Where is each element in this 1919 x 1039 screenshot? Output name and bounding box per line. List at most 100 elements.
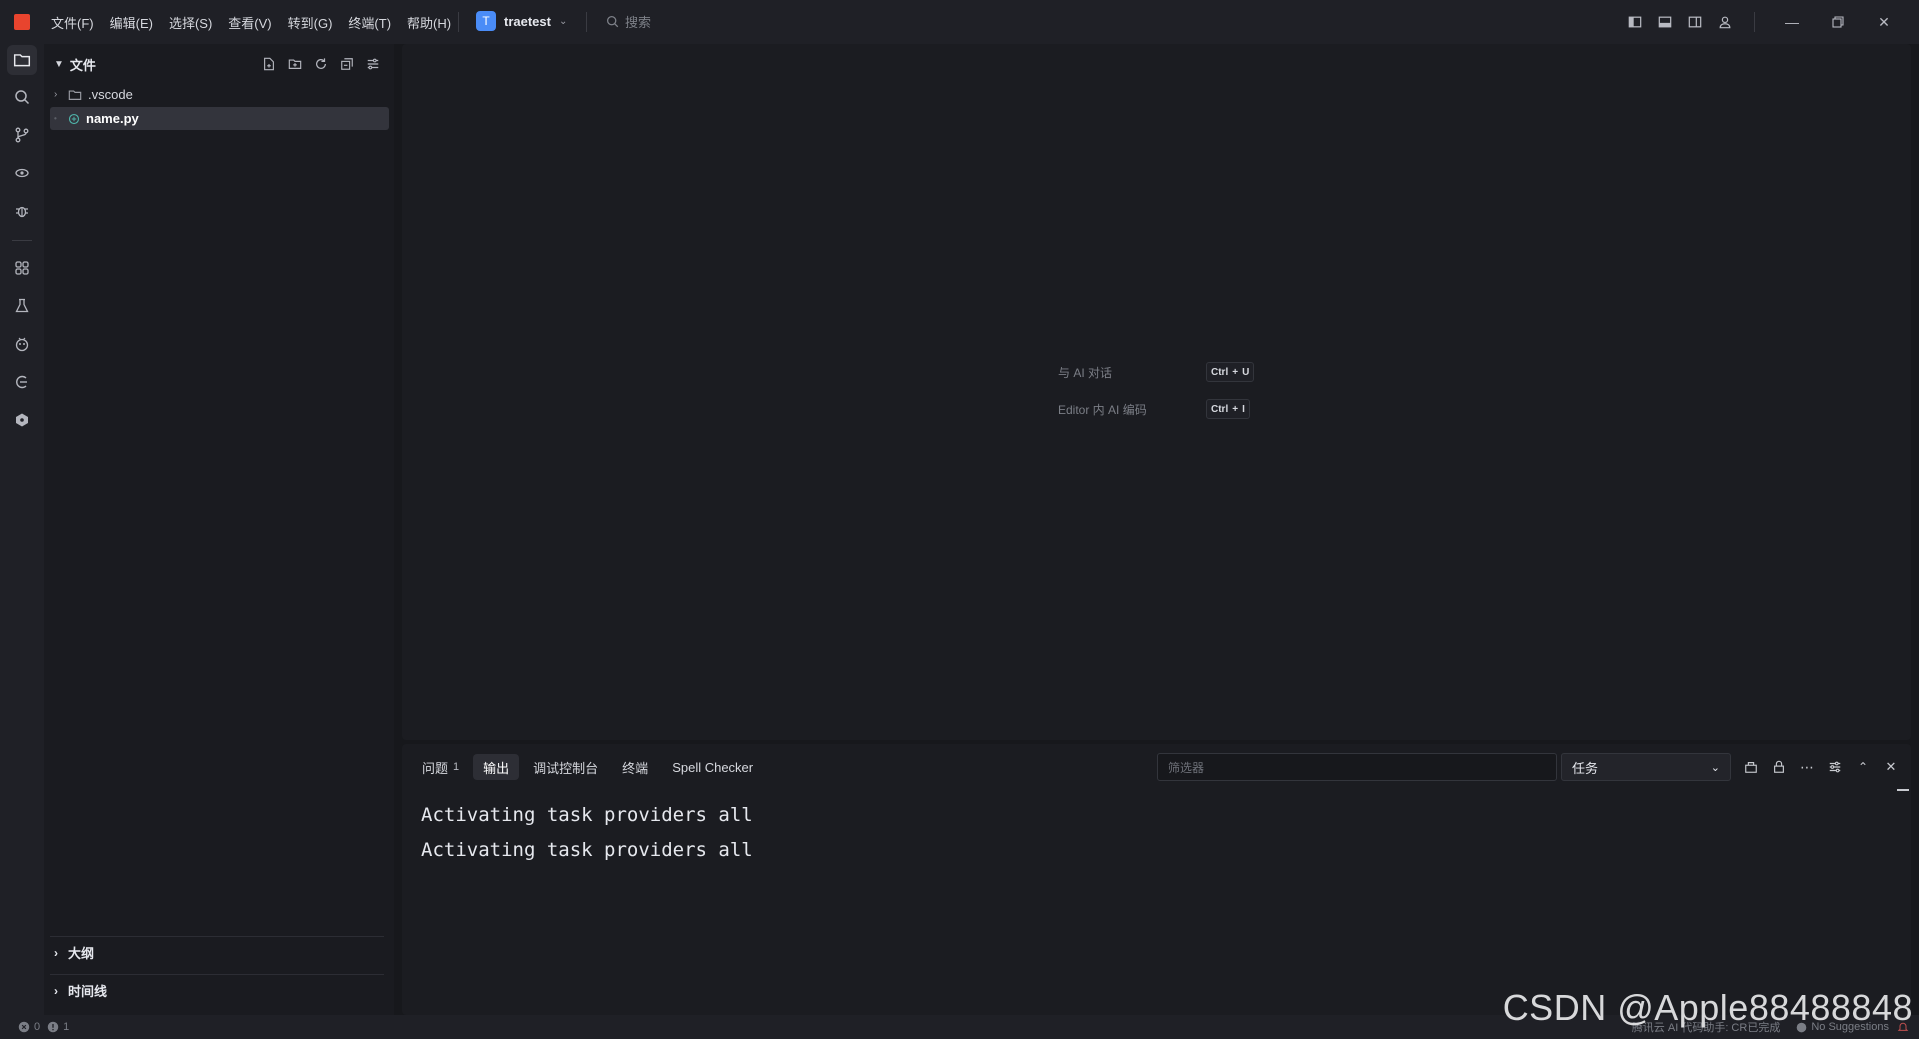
menu-file[interactable]: 文件(F) [51, 13, 102, 32]
chevron-down-icon: ⌄ [1710, 761, 1720, 774]
project-switcher[interactable]: T traetest ⌄ [476, 11, 567, 31]
more-icon[interactable]: ⋯ [1794, 755, 1820, 779]
testing-icon[interactable] [7, 291, 37, 321]
scroll-indicator[interactable] [1897, 789, 1909, 791]
tab-label: 输出 [483, 760, 510, 776]
close-icon[interactable]: ✕ [1861, 10, 1907, 34]
close-panel-icon[interactable]: ✕ [1878, 755, 1904, 779]
extensions-icon[interactable] [7, 253, 37, 283]
output-line: Activating task providers all [421, 839, 753, 861]
tab-label: 终端 [622, 760, 649, 776]
menu-view[interactable]: 查看(V) [220, 13, 279, 32]
remote-icon[interactable] [7, 158, 37, 188]
tab-label: 调试控制台 [533, 760, 599, 776]
menu-help[interactable]: 帮助(H) [399, 13, 459, 32]
warning-icon [47, 1021, 59, 1033]
problems-count-badge: 1 [453, 761, 460, 773]
clear-output-icon[interactable] [1738, 755, 1764, 779]
python-file-icon [68, 113, 80, 125]
settings-icon[interactable] [1822, 755, 1848, 779]
watermark: CSDN @Apple88488848 [1502, 987, 1913, 1028]
tab-spell-checker[interactable]: Spell Checker [662, 754, 763, 780]
title-bar: 文件(F) 编辑(E) 选择(S) 查看(V) 转到(G) 终端(T) 帮助(H… [0, 0, 1919, 44]
menu-bar: 文件(F) 编辑(E) 选择(S) 查看(V) 转到(G) 终端(T) 帮助(H… [51, 13, 459, 32]
tab-debug-console[interactable]: 调试控制台 [523, 754, 608, 780]
debug-icon[interactable] [7, 196, 37, 226]
more-options-icon[interactable] [362, 54, 384, 74]
package-icon[interactable] [7, 405, 37, 435]
new-file-icon[interactable] [258, 54, 280, 74]
lock-icon[interactable] [1766, 755, 1792, 779]
menu-terminal[interactable]: 终端(T) [340, 13, 399, 32]
chevron-down-icon: ▼ [54, 58, 64, 70]
explorer-icon[interactable] [7, 45, 37, 75]
titlebar-actions: — ✕ [1620, 10, 1907, 34]
tab-label: 问题 [422, 760, 449, 776]
tree-item-label: name.py [86, 111, 139, 126]
filter-placeholder: 筛选器 [1168, 760, 1205, 775]
chevron-right-icon: › [54, 89, 58, 100]
select-value: 任务 [1572, 760, 1599, 776]
tree-item-folder[interactable]: › .vscode [50, 83, 389, 106]
tree-item-label: .vscode [88, 87, 133, 102]
panel-toolbar: ⋯ ⌃ ✕ [1738, 755, 1904, 779]
tab-label: Spell Checker [672, 759, 754, 775]
key-plus: + [1232, 366, 1239, 378]
minimize-icon[interactable]: — [1769, 10, 1815, 34]
section-label: 大纲 [68, 946, 95, 961]
account-icon[interactable] [1710, 10, 1740, 34]
explorer-sidebar: ▼ 文件 › .vscode • name.py › 大纲 › 时间线 [44, 44, 394, 1015]
explorer-header[interactable]: ▼ 文件 [54, 54, 384, 74]
output-channel-select[interactable]: 任务 ⌄ [1561, 753, 1731, 781]
project-avatar: T [476, 11, 496, 31]
problems-status[interactable]: 0 1 [18, 1021, 69, 1033]
menu-selection[interactable]: 选择(S) [161, 13, 220, 32]
tab-problems[interactable]: 问题 1 [412, 754, 469, 780]
activity-bar [0, 44, 44, 1015]
tree-item-file[interactable]: • name.py [50, 107, 389, 130]
toggle-secondary-sidebar-icon[interactable] [1680, 10, 1710, 34]
editor-area[interactable]: 与 AI 对话 Ctrl + U Editor 内 AI 编码 Ctrl + I [402, 44, 1911, 740]
key: Ctrl [1211, 403, 1229, 415]
toggle-panel-icon[interactable] [1650, 10, 1680, 34]
divider [1754, 12, 1755, 32]
menu-goto[interactable]: 转到(G) [280, 13, 341, 32]
explorer-actions [258, 54, 384, 74]
timeline-section[interactable]: › 时间线 [50, 974, 384, 1006]
outline-section[interactable]: › 大纲 [50, 936, 384, 968]
divider [12, 240, 32, 241]
restore-icon[interactable] [1815, 10, 1861, 34]
tab-terminal[interactable]: 终端 [612, 754, 658, 780]
search-placeholder: 搜索 [625, 15, 652, 30]
source-control-icon[interactable] [7, 120, 37, 150]
search-icon[interactable] [7, 82, 37, 112]
divider [458, 12, 459, 32]
error-icon [18, 1021, 30, 1033]
toggle-sidebar-icon[interactable] [1620, 10, 1650, 34]
refresh-icon[interactable] [310, 54, 332, 74]
hint-ai-inline: Editor 内 AI 编码 Ctrl + I [1058, 399, 1250, 419]
warning-count: 1 [63, 1021, 70, 1033]
shortcut-key: Ctrl + I [1206, 399, 1250, 419]
filter-input[interactable]: 筛选器 [1157, 753, 1557, 781]
new-folder-icon[interactable] [284, 54, 306, 74]
collapse-all-icon[interactable] [336, 54, 358, 74]
key-plus: + [1232, 403, 1239, 415]
explorer-title: 文件 [69, 57, 96, 73]
hint-label: 与 AI 对话 [1058, 365, 1113, 380]
chevron-up-icon[interactable]: ⌃ [1850, 755, 1876, 779]
key: Ctrl [1211, 366, 1229, 378]
key: U [1242, 366, 1250, 378]
app-logo [14, 14, 30, 30]
tab-output[interactable]: 输出 [473, 754, 520, 780]
chevron-down-icon: ⌄ [558, 15, 568, 27]
menu-edit[interactable]: 编辑(E) [102, 13, 161, 32]
ai-assistant-icon[interactable] [7, 329, 37, 359]
dot-indicator: • [54, 114, 57, 123]
folder-icon [68, 88, 82, 102]
divider [586, 12, 587, 32]
chevron-right-icon: › [54, 983, 58, 998]
search-box[interactable]: 搜索 [606, 12, 651, 31]
tencent-cloud-icon[interactable] [7, 367, 37, 397]
search-icon [606, 15, 619, 28]
